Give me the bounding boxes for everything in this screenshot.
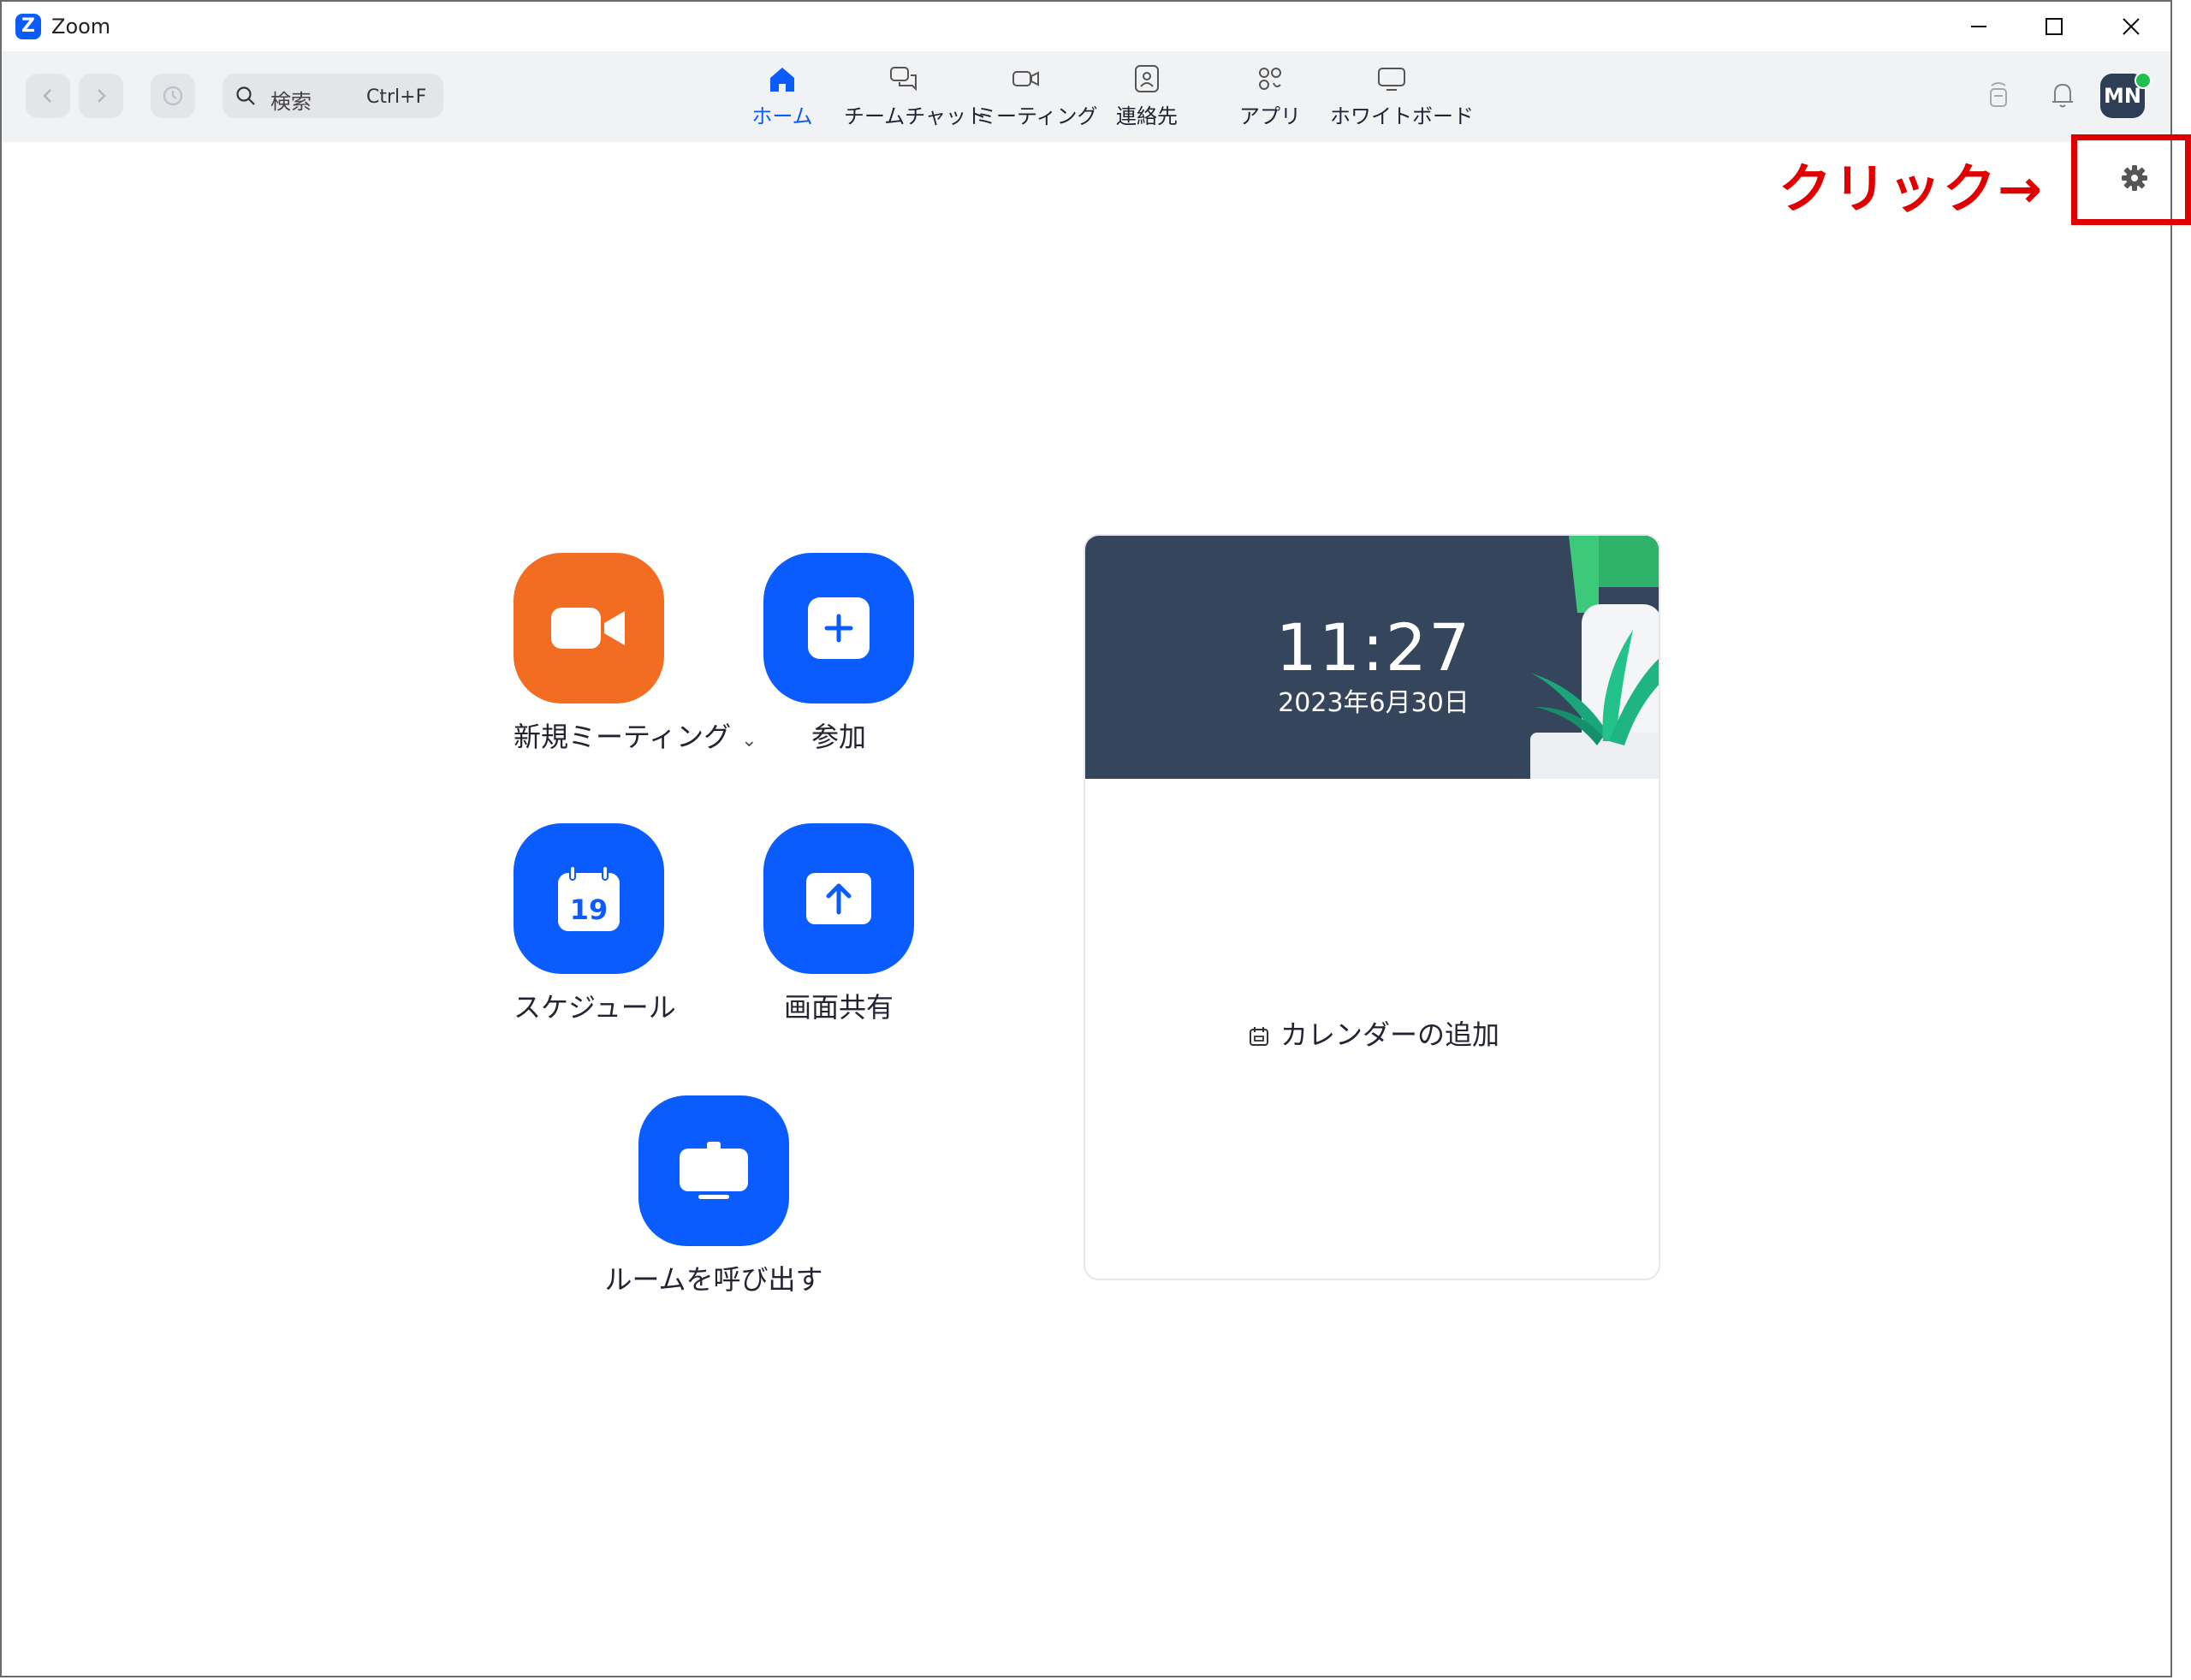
home-icon — [770, 68, 794, 92]
chevron-right-icon — [98, 89, 106, 103]
tab-label: アプリ — [1239, 104, 1301, 128]
device-icon — [1990, 82, 2007, 107]
close-icon — [2123, 18, 2140, 35]
join-label: 参加 — [810, 721, 866, 753]
history-button[interactable] — [151, 74, 195, 118]
schedule-day-number: 19 — [570, 893, 609, 926]
history-icon — [163, 86, 183, 106]
call-room-button[interactable] — [638, 1095, 789, 1246]
maximize-icon — [2046, 18, 2063, 35]
share-screen-icon — [806, 873, 871, 924]
window-title: Zoom — [51, 15, 111, 39]
bell-icon — [2052, 83, 2073, 108]
share-screen-button[interactable] — [763, 823, 914, 974]
zoom-logo-icon: Z — [15, 14, 41, 39]
minimize-icon — [1971, 26, 1986, 27]
new-meeting-action[interactable]: 新規ミーティング ⌄ — [514, 553, 757, 755]
call-room-action[interactable]: ルームを呼び出す — [585, 1095, 842, 1297]
chevron-left-icon — [43, 89, 51, 103]
room-tv-icon — [680, 1142, 748, 1199]
join-button[interactable] — [763, 553, 914, 703]
join-action[interactable]: 参加 — [763, 553, 914, 755]
search-box[interactable]: 検索 Ctrl+F — [223, 74, 443, 118]
calendar-card-header: 11:27 2023年6月30日 — [1085, 536, 1659, 779]
calendar-add-icon — [1249, 1027, 1268, 1046]
tab-team-chat[interactable]: チームチャット — [844, 63, 988, 135]
tab-home[interactable]: ホーム — [748, 63, 816, 135]
device-button[interactable] — [1977, 74, 2020, 116]
whiteboard-icon — [1378, 68, 1405, 91]
title-bar: Z Zoom — [2, 2, 2170, 51]
tab-whiteboard[interactable]: ホワイトボード — [1330, 63, 1474, 135]
add-calendar-label: カレンダーの追加 — [1280, 1018, 1499, 1051]
minimize-button[interactable] — [1953, 7, 2004, 46]
call-room-label: ルームを呼び出す — [604, 1263, 823, 1296]
online-status-badge — [2135, 72, 2152, 89]
search-icon — [236, 86, 255, 105]
schedule-button[interactable]: 19 — [514, 823, 664, 974]
tab-contacts[interactable]: 連絡先 — [1106, 63, 1188, 135]
share-screen-label: 画面共有 — [783, 991, 894, 1024]
forward-button[interactable] — [79, 74, 123, 118]
share-screen-action[interactable]: 画面共有 — [763, 823, 914, 1025]
maximize-button[interactable] — [2028, 7, 2080, 46]
clock-date: 2023年6月30日 — [1278, 688, 1470, 718]
tab-label: ミーティング — [976, 104, 1098, 128]
tab-apps[interactable]: アプリ — [1239, 63, 1301, 135]
plus-icon — [808, 597, 870, 659]
tab-label: チームチャット — [844, 104, 988, 128]
video-icon — [1012, 71, 1039, 86]
zoom-window: Z Zoom 検索 Ctrl+F ホーム チームチャット ミーティング 連絡先 … — [0, 0, 2191, 1677]
main-toolbar: 検索 Ctrl+F ホーム チームチャット ミーティング 連絡先 アプリ ホワイ… — [2, 51, 2170, 142]
schedule-label: スケジュール — [514, 991, 676, 1024]
chat-icon — [890, 67, 917, 92]
apps-icon — [1259, 68, 1281, 90]
tab-meetings[interactable]: ミーティング — [976, 63, 1098, 135]
chevron-down-icon[interactable]: ⌄ — [741, 730, 757, 751]
back-button[interactable] — [26, 74, 70, 118]
clock-time: 11:27 — [1275, 609, 1472, 686]
tab-label: ホーム — [751, 104, 813, 128]
click-annotation: クリック→ — [1778, 157, 2044, 220]
schedule-action[interactable]: 19 スケジュール — [514, 823, 676, 1025]
search-shortcut: Ctrl+F — [366, 86, 427, 108]
tab-label: ホワイトボード — [1330, 104, 1474, 128]
calendar-card: 11:27 2023年6月30日 カレンダーの追加 — [1084, 534, 1660, 1280]
video-camera-icon — [551, 608, 625, 649]
contacts-icon — [1135, 65, 1159, 92]
add-calendar-link[interactable]: カレンダーの追加 — [1085, 1013, 1659, 1053]
new-meeting-button[interactable] — [514, 553, 664, 703]
settings-button[interactable] — [2116, 159, 2153, 197]
close-button[interactable] — [2105, 7, 2157, 46]
notifications-button[interactable] — [2041, 74, 2084, 116]
gear-icon — [2122, 165, 2147, 191]
tab-label: 連絡先 — [1116, 104, 1178, 128]
search-placeholder: 検索 — [270, 90, 312, 114]
new-meeting-label: 新規ミーティング ⌄ — [514, 721, 757, 753]
calendar-icon: 19 — [558, 865, 620, 931]
